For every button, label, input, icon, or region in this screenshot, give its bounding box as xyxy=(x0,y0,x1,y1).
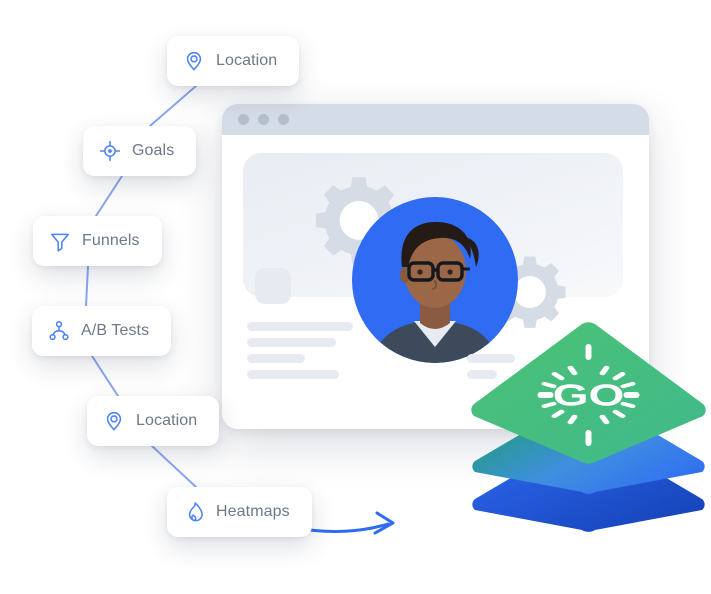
feature-pill-label: A/B Tests xyxy=(81,322,150,339)
illustration-scene: Location Goals Funnels A/B Tests Locatio… xyxy=(0,0,711,594)
window-dot-close-icon[interactable] xyxy=(238,114,249,125)
pill-chain-location-to-heatmaps xyxy=(151,445,197,488)
placeholder-text-line xyxy=(247,338,336,347)
feature-pill-funnels[interactable]: Funnels xyxy=(33,216,162,266)
crosshair-target-icon xyxy=(99,140,121,162)
go-wordmark: GO xyxy=(553,379,625,412)
map-pin-icon xyxy=(106,411,122,431)
funnel-filter-icon xyxy=(50,233,70,252)
feature-pill-label: Location xyxy=(216,52,278,69)
pill-chain-goals-to-funnels xyxy=(95,175,123,217)
feature-pill-location-lower[interactable]: Location xyxy=(87,396,220,446)
feature-pill-goals[interactable]: Goals xyxy=(83,126,197,176)
blue-arrowhead-icon xyxy=(373,511,395,535)
feature-pill-ab-tests[interactable]: A/B Tests xyxy=(32,306,172,356)
window-dot-maximize-icon[interactable] xyxy=(278,114,289,125)
pill-chain-abtests-to-location xyxy=(91,355,119,397)
window-dot-minimize-icon[interactable] xyxy=(258,114,269,125)
map-pin-icon xyxy=(186,51,202,71)
feature-pill-heatmaps[interactable]: Heatmaps xyxy=(167,487,312,537)
flame-icon xyxy=(188,502,203,522)
placeholder-thumbnail xyxy=(255,268,291,304)
node-branch-icon xyxy=(49,321,69,341)
feature-pill-location-top[interactable]: Location xyxy=(167,36,300,86)
placeholder-text-line xyxy=(247,354,305,363)
placeholder-text-line xyxy=(247,370,339,379)
browser-title-bar xyxy=(222,104,649,135)
pill-chain-location-to-goals xyxy=(149,85,197,127)
feature-pill-label: Goals xyxy=(132,142,175,159)
pill-chain-funnels-to-abtests xyxy=(85,265,89,307)
feature-pill-label: Location xyxy=(136,412,198,429)
feature-pill-label: Funnels xyxy=(82,232,140,249)
placeholder-text-line xyxy=(247,322,353,331)
go-layered-logo: GO xyxy=(466,312,711,555)
feature-pill-label: Heatmaps xyxy=(216,503,290,520)
go-logo-layer-top: GO xyxy=(471,322,706,464)
